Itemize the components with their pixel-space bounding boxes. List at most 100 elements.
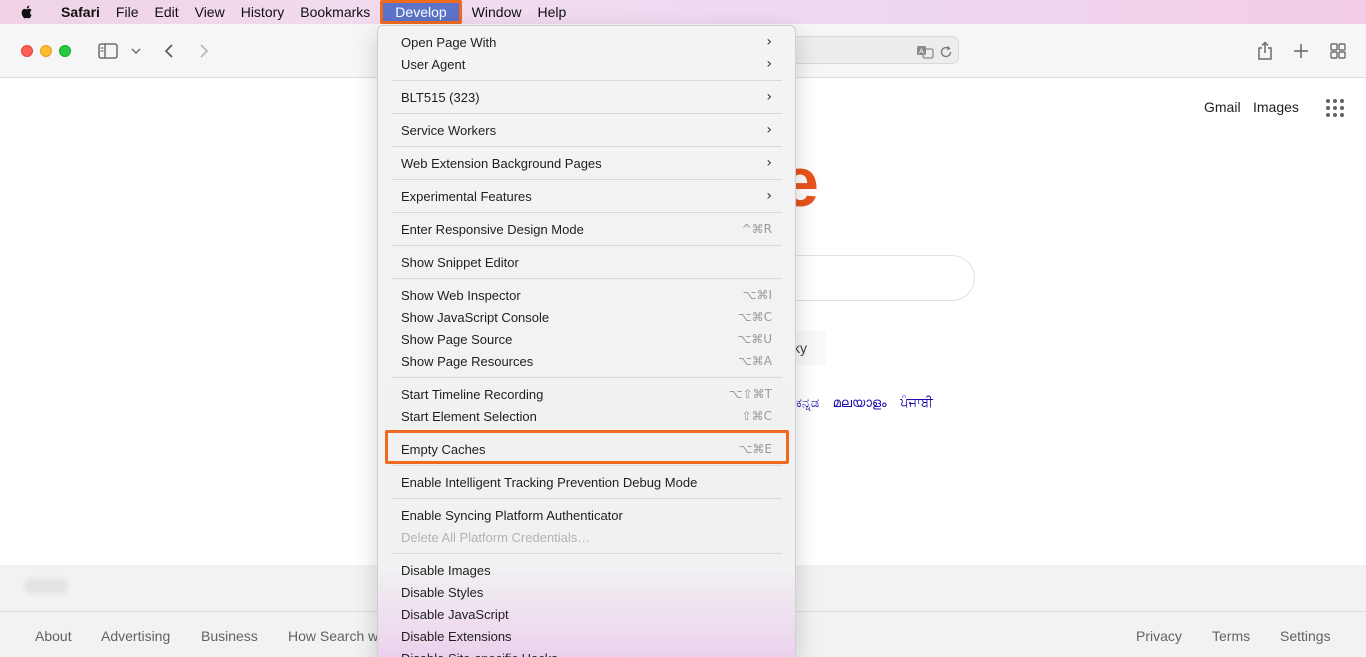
chevron-right-icon: › <box>766 56 772 72</box>
menu-item-shortcut: ⌥⌘A <box>737 354 772 368</box>
menu-item-show-web-inspector[interactable]: Show Web Inspector ⌥⌘I <box>388 284 786 306</box>
chevron-right-icon: › <box>766 155 772 171</box>
address-bar[interactable]: A <box>795 36 959 64</box>
new-tab-icon[interactable] <box>1292 40 1310 62</box>
chevron-down-icon[interactable] <box>130 40 142 62</box>
menu-bookmarks[interactable]: Bookmarks <box>292 0 378 24</box>
language-link-malayalam[interactable]: മലയാളം <box>833 395 887 410</box>
menu-item-label: Show Page Source <box>401 331 513 347</box>
menu-file[interactable]: File <box>108 0 147 24</box>
menu-item-disable-extensions[interactable]: Disable Extensions <box>388 625 786 647</box>
menu-item-show-snippet-editor[interactable]: Show Snippet Editor <box>388 251 786 273</box>
apple-logo-icon[interactable] <box>19 4 35 20</box>
menu-item-label: Disable Site-specific Hacks <box>401 651 786 657</box>
footer-link-settings[interactable]: Settings <box>1280 628 1331 644</box>
menu-item-label: Disable Styles <box>401 584 484 600</box>
menu-item-label: Enable Syncing Platform Authenticator <box>401 507 623 523</box>
tab-overview-icon[interactable] <box>1329 40 1347 62</box>
menu-window[interactable]: Window <box>464 0 530 24</box>
menu-separator <box>392 212 782 213</box>
svg-text:A: A <box>919 48 924 56</box>
minimize-window-button[interactable] <box>40 45 52 57</box>
menu-history[interactable]: History <box>233 0 293 24</box>
menu-item-label: Show Snippet Editor <box>401 254 519 270</box>
menu-item-enable-intelligent-tracking-prevention-debug-mode[interactable]: Enable Intelligent Tracking Prevention D… <box>388 471 786 493</box>
menu-develop[interactable]: Develop <box>380 0 462 24</box>
menu-edit[interactable]: Edit <box>146 0 186 24</box>
apps-grid-icon[interactable] <box>1326 99 1344 117</box>
menu-item-web-extension-background-pages[interactable]: Web Extension Background Pages › <box>388 152 786 174</box>
menu-item-enable-syncing-platform-authenticator[interactable]: Enable Syncing Platform Authenticator <box>388 504 786 526</box>
menu-item-label: BLT515 (323) <box>401 89 480 105</box>
menu-separator <box>392 245 782 246</box>
menu-item-shortcut: ⇧⌘C <box>741 409 772 423</box>
menu-item-service-workers[interactable]: Service Workers › <box>388 119 786 141</box>
menu-item-start-timeline-recording[interactable]: Start Timeline Recording ⌥⇧⌘T <box>388 383 786 405</box>
zoom-window-button[interactable] <box>59 45 71 57</box>
menu-item-blt515-323[interactable]: BLT515 (323) › <box>388 86 786 108</box>
menu-item-label: Show Page Resources <box>401 353 534 369</box>
menu-item-start-element-selection[interactable]: Start Element Selection ⇧⌘C <box>388 405 786 427</box>
menu-item-disable-site-specific-hacks[interactable]: Disable Site-specific Hacks <box>388 647 786 657</box>
menu-item-experimental-features[interactable]: Experimental Features › <box>388 185 786 207</box>
chevron-right-icon: › <box>766 89 772 105</box>
menu-item-label: Disable Extensions <box>401 628 512 644</box>
menu-item-show-page-resources[interactable]: Show Page Resources ⌥⌘A <box>388 350 786 372</box>
develop-menu: Open Page With › User Agent › BLT515 (323) › S… <box>377 25 796 657</box>
language-link-kannada[interactable]: ಕನ್ನಡ <box>796 395 819 410</box>
footer-link-about[interactable]: About <box>35 628 72 644</box>
footer-link-business[interactable]: Business <box>201 628 258 644</box>
menu-separator <box>392 465 782 466</box>
footer-link-how-search-works[interactable]: How Search w <box>288 628 378 644</box>
country-label <box>24 578 68 594</box>
menu-item-label: Web Extension Background Pages <box>401 155 602 171</box>
menu-item-disable-styles[interactable]: Disable Styles <box>388 581 786 603</box>
share-icon[interactable] <box>1256 40 1274 62</box>
back-icon[interactable] <box>161 40 177 62</box>
gmail-link[interactable]: Gmail <box>1204 99 1241 115</box>
menu-item-shortcut: ⌥⌘I <box>742 288 772 302</box>
menu-item-delete-all-platform-credentials: Delete All Platform Credentials… <box>388 526 786 548</box>
menu-item-label: Enter Responsive Design Mode <box>401 221 584 237</box>
menu-separator <box>392 377 782 378</box>
menu-separator <box>392 179 782 180</box>
menu-item-label: Experimental Features <box>401 188 532 204</box>
menu-item-enter-responsive-design-mode[interactable]: Enter Responsive Design Mode ^⌘R <box>388 218 786 240</box>
menu-item-label: User Agent <box>401 56 466 72</box>
footer-link-privacy[interactable]: Privacy <box>1136 628 1182 644</box>
language-link-punjabi[interactable]: ਪੰਜਾਬੀ <box>900 395 933 410</box>
reload-icon[interactable] <box>938 41 954 63</box>
menu-separator <box>392 146 782 147</box>
menu-item-disable-javascript[interactable]: Disable JavaScript <box>388 603 786 625</box>
menu-item-show-javascript-console[interactable]: Show JavaScript Console ⌥⌘C <box>388 306 786 328</box>
menu-help[interactable]: Help <box>529 0 574 24</box>
translate-icon[interactable]: A <box>915 41 935 63</box>
close-window-button[interactable] <box>21 45 33 57</box>
sidebar-icon[interactable] <box>97 40 119 62</box>
menu-item-open-page-with[interactable]: Open Page With › <box>388 31 786 53</box>
empty-caches-highlight <box>385 430 789 464</box>
menu-view[interactable]: View <box>187 0 233 24</box>
menu-item-user-agent[interactable]: User Agent › <box>388 53 786 75</box>
menu-item-label: Delete All Platform Credentials… <box>401 529 591 545</box>
forward-icon[interactable] <box>196 40 212 62</box>
footer-link-advertising[interactable]: Advertising <box>101 628 170 644</box>
menu-separator <box>392 80 782 81</box>
menu-separator <box>392 113 782 114</box>
footer-link-terms[interactable]: Terms <box>1212 628 1250 644</box>
menu-item-shortcut: ⌥⌘U <box>737 332 772 346</box>
menu-item-show-page-source[interactable]: Show Page Source ⌥⌘U <box>388 328 786 350</box>
menu-item-label: Show JavaScript Console <box>401 309 550 325</box>
menu-item-disable-images[interactable]: Disable Images <box>388 559 786 581</box>
menu-item-label: Disable Images <box>401 562 491 578</box>
language-links: ಕನ್ನಡ മലയാളം ਪੰਜਾਬੀ <box>796 395 943 411</box>
menu-item-label: Show Web Inspector <box>401 287 521 303</box>
chevron-right-icon: › <box>766 188 772 204</box>
menu-safari[interactable]: Safari <box>53 0 108 24</box>
menu-item-label: Start Element Selection <box>401 408 537 424</box>
menu-separator <box>392 278 782 279</box>
menu-item-shortcut: ^⌘R <box>741 222 772 236</box>
images-link[interactable]: Images <box>1253 99 1299 115</box>
menu-item-label: Enable Intelligent Tracking Prevention D… <box>401 474 698 490</box>
menu-item-label: Start Timeline Recording <box>401 386 544 402</box>
